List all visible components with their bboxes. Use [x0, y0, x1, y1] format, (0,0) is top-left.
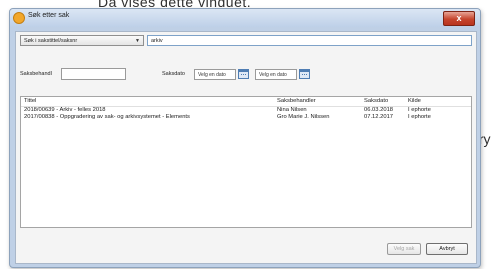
table-row[interactable]: 2018/00639 - Arkiv - felles 2018 Nina Ni…	[21, 107, 471, 114]
column-header-saksbehandler[interactable]: Saksbehandler	[277, 98, 316, 104]
cell-saksdato: 06.03.2018	[364, 107, 394, 113]
cell-saksbehandler: Nina Nilsen	[277, 107, 307, 113]
results-header: Tittel Saksbehandler Saksdato Kilde	[21, 97, 471, 107]
select-case-button[interactable]: Velg sak	[387, 243, 421, 255]
search-case-dialog: Søk etter sak x Søk i sakstittel/saksnr …	[9, 8, 481, 268]
search-field-select-value: Søk i sakstittel/saksnr	[24, 38, 78, 44]
column-header-kilde[interactable]: Kilde	[408, 98, 421, 104]
to-date-input[interactable]: Velg en dato	[255, 69, 297, 80]
results-grid: Tittel Saksbehandler Saksdato Kilde 2018…	[20, 96, 472, 228]
saksbehandler-input[interactable]	[61, 68, 126, 80]
search-input[interactable]: arkiv	[147, 35, 472, 46]
to-calendar-icon[interactable]	[299, 69, 310, 79]
cancel-button[interactable]: Avbryt	[426, 243, 468, 255]
saksdato-label: Saksdato	[162, 71, 185, 77]
cell-kilde: I ephorte	[408, 114, 431, 120]
table-row[interactable]: 2017/00838 - Oppgradering av sak- og ark…	[21, 114, 471, 121]
search-field-select[interactable]: Søk i sakstittel/saksnr ▼	[20, 35, 144, 46]
cell-kilde: I ephorte	[408, 107, 431, 113]
saksbehandler-label: Saksbehandl	[20, 71, 52, 77]
from-date-input[interactable]: Velg en dato	[194, 69, 236, 80]
dropdown-arrow-icon: ▼	[135, 38, 140, 44]
from-calendar-icon[interactable]	[238, 69, 249, 79]
cell-saksbehandler: Gro Marie J. Nilssen	[277, 114, 330, 120]
window-title: Søk etter sak	[28, 12, 70, 19]
cell-saksdato: 07.12.2017	[364, 114, 394, 120]
cell-tittel: 2017/00838 - Oppgradering av sak- og ark…	[24, 114, 190, 120]
title-bar: Søk etter sak x	[10, 9, 480, 27]
app-icon	[13, 12, 25, 24]
column-header-tittel[interactable]: Tittel	[24, 98, 36, 104]
column-header-saksdato[interactable]: Saksdato	[364, 98, 388, 104]
dialog-body: Søk i sakstittel/saksnr ▼ arkiv Saksbeha…	[15, 31, 477, 264]
cell-tittel: 2018/00639 - Arkiv - felles 2018	[24, 107, 106, 113]
close-button[interactable]: x	[443, 11, 475, 26]
